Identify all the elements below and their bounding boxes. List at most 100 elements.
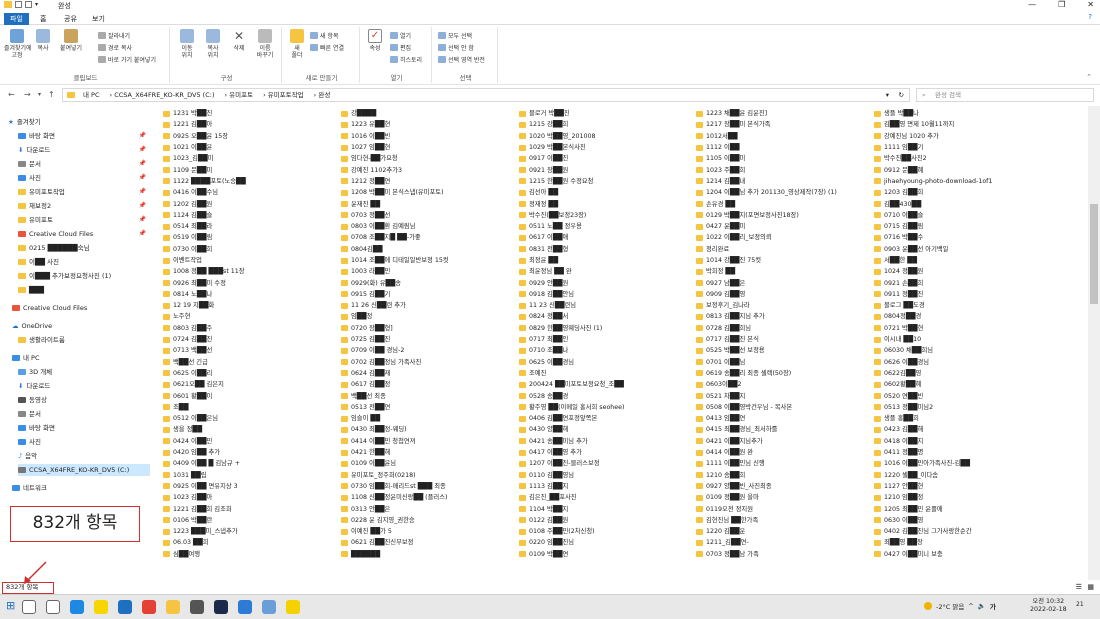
folder-item[interactable]: 손유경 ██ [696, 198, 868, 209]
properties-button[interactable]: ✓ 속성 [362, 29, 388, 52]
nav-onedrive[interactable]: ☁ OneDrive [12, 320, 162, 332]
folder-item[interactable]: 강예진님 1020 추가 [874, 131, 1046, 142]
folder-item[interactable]: 0717 김██진 본식 [696, 334, 868, 345]
folder-item[interactable]: 김선아 ██ [519, 187, 691, 198]
folder-item[interactable]: 강████ [341, 108, 513, 119]
folder-item[interactable]: 11 26 신██련 추가 [341, 300, 513, 311]
folder-item[interactable]: 0702 김██정님 가족사진 [341, 357, 513, 368]
folder-item[interactable]: 0709 이██ 경님-2 [341, 345, 513, 356]
folder-item[interactable]: 0927 양██빈_사진최종 [696, 481, 868, 492]
folder-item[interactable]: 1203 김██희 [874, 187, 1046, 198]
folder-item[interactable]: 백██선 최종 [341, 390, 513, 401]
folder-item[interactable]: 박희정 ██ [696, 266, 868, 277]
folder-item[interactable]: 0716 박██수 [874, 232, 1046, 243]
nav-item-desktop[interactable]: 바탕 화면 📌 [18, 130, 150, 142]
folder-item[interactable]: 1023 김██아 [163, 492, 335, 503]
folder-item[interactable]: 김██영 면제 10월11까지 [874, 119, 1046, 130]
folder-item[interactable]: 0927 남██은 [696, 277, 868, 288]
folder-item[interactable]: 1223 ███미_스냅추가 [163, 526, 335, 537]
folder-item[interactable]: 1113 김██지 [519, 481, 691, 492]
folder-item[interactable]: 0915 김██기 [341, 289, 513, 300]
folder-item[interactable]: 0525 박██선 보정용 [696, 345, 868, 356]
paste-button[interactable]: 붙여넣기 [58, 29, 84, 52]
folder-item[interactable]: 0424 이██민 [163, 436, 335, 447]
folder-item[interactable]: jihaehyoung-photo-download-1of1 [874, 176, 1046, 187]
move-to-button[interactable]: 이동 위치 [174, 29, 200, 59]
chrome-icon[interactable] [142, 600, 156, 614]
nav-item-pictures[interactable]: 사진 📌 [18, 172, 150, 184]
folder-item[interactable]: 0415 최██경님_최서하를 [696, 424, 868, 435]
folder-item[interactable]: 1016 이██민아가족사진-김██ [874, 458, 1046, 469]
folder-item[interactable]: 정재정 ██ [519, 198, 691, 209]
folder-item[interactable]: 윤재진 ██ [341, 198, 513, 209]
folder-item[interactable]: 1210 임██정 [874, 492, 1046, 503]
folder-item[interactable]: 노주현 [163, 311, 335, 322]
folder-item[interactable]: 0626 이██경님 [874, 357, 1046, 368]
nav-pc-3d[interactable]: 3D 개체 [18, 366, 168, 378]
folder-item[interactable]: 0409 이██ █ 김남규 + [163, 458, 335, 469]
folder-item[interactable]: 0708 조██지█ ██-가좋 [341, 232, 513, 243]
folder-item[interactable]: 블로거 박██진 [519, 108, 691, 119]
nav-item-yumi[interactable]: 유미포토 📌 [18, 214, 150, 226]
folder-item[interactable]: 0519 이██림 [163, 232, 335, 243]
large-icons-view-icon[interactable]: ▦ [1087, 580, 1094, 594]
folder-item[interactable]: 0513 전██연 [341, 402, 513, 413]
folder-item[interactable]: 200424 ██미포토보정요청_조██ [519, 379, 691, 390]
folder-item[interactable]: 심██여행 [163, 549, 335, 560]
folder-item[interactable]: 최윤정님 ██ 완 [519, 266, 691, 277]
folder-item[interactable]: 0512 이██은님 [163, 413, 335, 424]
folder-item[interactable]: 0804김██ [341, 244, 513, 255]
minimize-icon[interactable]: — [1028, 0, 1036, 9]
folder-item[interactable]: 0909 김██영 [696, 289, 868, 300]
ime-indicator[interactable]: 가 [990, 601, 996, 611]
chevron-down-icon[interactable]: ▾ [886, 89, 889, 101]
folder-item[interactable]: 0925 이██ 면유지상 3 [163, 481, 335, 492]
nav-creative-cloud[interactable]: Creative Cloud Files [12, 302, 162, 314]
folder-item[interactable]: 1217 장██미 본식가족 [696, 119, 868, 130]
folder-item[interactable]: 1205 최██민 윤플에 [874, 503, 1046, 514]
copy-to-button[interactable]: 복사 위치 [200, 29, 226, 59]
folder-item[interactable]: 0122 김██원 [519, 515, 691, 526]
forward-icon[interactable]: → [24, 90, 31, 99]
folder-item[interactable]: 1127 안██현 [874, 481, 1046, 492]
folder-item[interactable]: 임다현-██가요청 [341, 153, 513, 164]
folder-item[interactable]: 0730 이██희 [163, 244, 335, 255]
nav-quick-access[interactable]: ★ 즐겨찾기 [8, 116, 158, 128]
folder-item[interactable]: 0602황██혜 [874, 379, 1046, 390]
folder-item[interactable]: 0603이██2 [696, 379, 868, 390]
folder-item[interactable]: 0427 윤██미 [696, 221, 868, 232]
folder-item[interactable]: 1221 김██희 김조희 [163, 503, 335, 514]
folder-item[interactable]: 0622김██영 [874, 368, 1046, 379]
folder-icon[interactable] [4, 1, 12, 8]
folder-item[interactable]: 보정후기_김나라 [696, 300, 868, 311]
folder-item[interactable]: 0713 백██선 [163, 345, 335, 356]
folder-item[interactable]: 06030 채██희님 [874, 345, 1046, 356]
folder-item[interactable]: 0725 김██진 [341, 334, 513, 345]
nav-item-yumi-work[interactable]: 유미포토작업 📌 [18, 186, 150, 198]
folder-item[interactable]: 0513 정██미님2 [874, 402, 1046, 413]
up-icon[interactable]: ↑ [48, 90, 55, 99]
folder-item[interactable]: 1014 조██에 디테일일반보정 15컷 [341, 255, 513, 266]
folder-item[interactable]: 박수진(██보정23장) [519, 210, 691, 221]
folder-item[interactable]: 0625 이██경님 [519, 357, 691, 368]
undo-icon[interactable] [25, 1, 32, 8]
folder-item[interactable]: 1214 김██내 [696, 176, 868, 187]
refresh-icon[interactable]: ↻ [899, 89, 904, 101]
windows-start-icon[interactable]: ⊞ [6, 599, 15, 612]
folder-item[interactable]: 김은진_██포사진 [519, 492, 691, 503]
folder-item[interactable]: 0508 이██영박건우님 - 복사본 [696, 402, 868, 413]
folder-item[interactable]: 강예진 1102추가3 [341, 164, 513, 175]
notification-center-icon[interactable]: 21 [1076, 601, 1084, 608]
folder-item[interactable]: 0511 노██ 정우용 [519, 221, 691, 232]
nav-pc-desktop[interactable]: 바탕 화면 [18, 422, 168, 434]
folder-item[interactable]: 0724 김██진 [163, 334, 335, 345]
folder-item[interactable]: 0421 이██지님추가 [696, 436, 868, 447]
folder-item[interactable]: 최██영 ██장 [874, 537, 1046, 548]
folder-item[interactable]: 0228 윤 김지영_권한승 [341, 515, 513, 526]
nav-item-downloads[interactable]: ⬇ 다운로드 📌 [18, 144, 150, 156]
folder-item[interactable]: 12 19 지██화 [163, 300, 335, 311]
folder-item[interactable]: 조예진 [519, 368, 691, 379]
calculator-icon[interactable] [190, 600, 204, 614]
folder-item[interactable]: 0414 이██원 완 [696, 447, 868, 458]
scrollbar-thumb[interactable] [1090, 204, 1098, 304]
